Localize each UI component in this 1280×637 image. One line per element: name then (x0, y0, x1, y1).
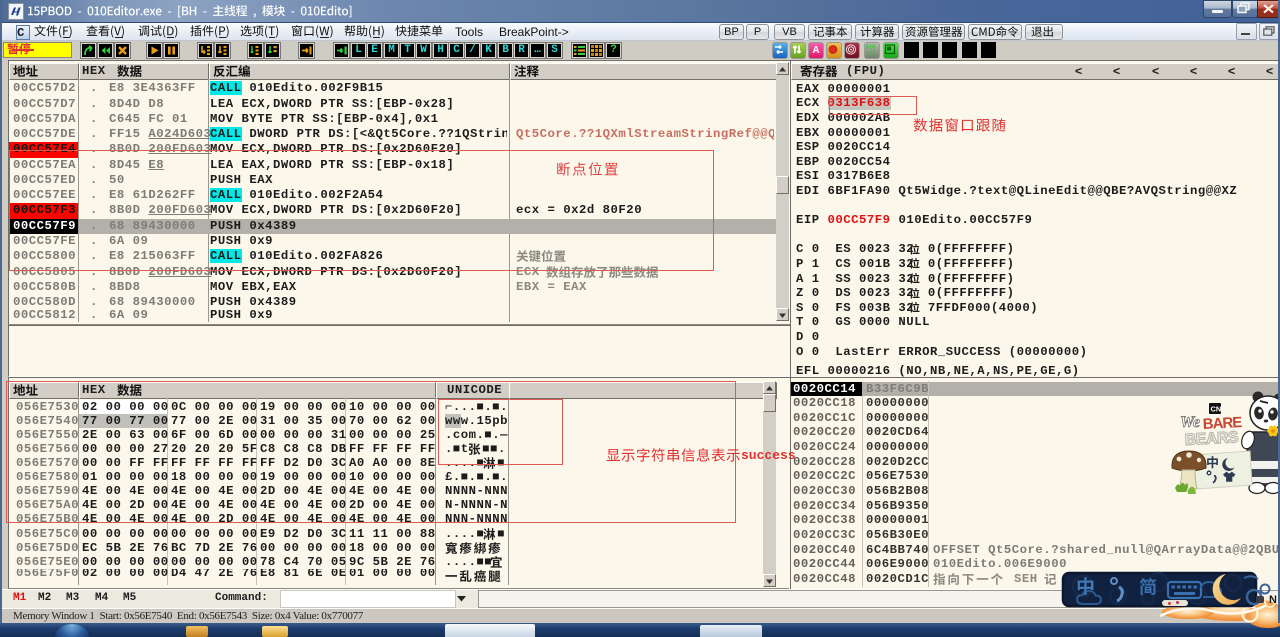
svg-text:BEARS: BEARS (1184, 429, 1239, 449)
svg-text:101: 101 (866, 51, 877, 57)
svg-text:We: We (1180, 414, 1200, 431)
svg-text:CN: CN (1211, 405, 1222, 414)
